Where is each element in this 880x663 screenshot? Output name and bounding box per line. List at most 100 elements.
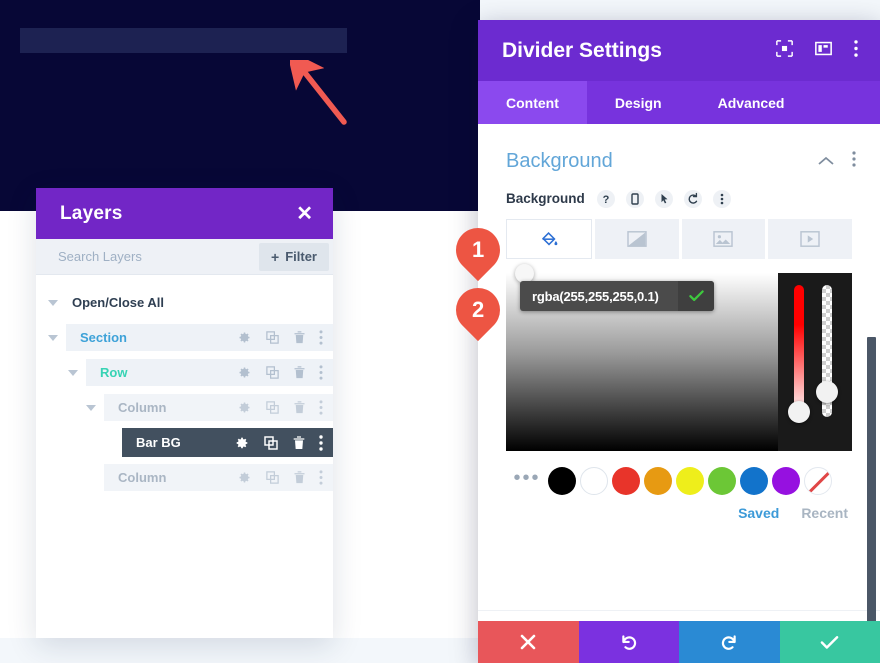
annotation-badge-2: 2 (446, 278, 512, 342)
section-header-actions (818, 151, 856, 172)
layer-label: Column (118, 400, 167, 415)
background-color-tab[interactable] (506, 219, 592, 259)
settings-gear-icon[interactable] (237, 400, 252, 415)
plus-icon: + (271, 248, 280, 265)
save-button[interactable] (779, 621, 880, 663)
more-options-icon[interactable] (319, 434, 323, 451)
layer-row-column-2[interactable]: Column (86, 464, 333, 491)
chevron-down-icon[interactable] (68, 369, 78, 376)
duplicate-icon[interactable] (265, 400, 280, 415)
swatch-black[interactable] (548, 467, 576, 495)
hover-cursor-icon[interactable] (655, 189, 674, 208)
swatch-tabs: Saved Recent (478, 505, 848, 521)
more-options-icon[interactable] (319, 330, 323, 345)
close-icon[interactable]: ✕ (296, 204, 313, 224)
duplicate-icon[interactable] (265, 470, 280, 485)
hue-slider-handle[interactable] (788, 401, 810, 423)
search-input[interactable] (58, 249, 233, 264)
delete-icon[interactable] (293, 470, 306, 485)
layer-row-tools (237, 365, 323, 380)
background-gradient-tab[interactable] (594, 219, 679, 259)
swatch-purple[interactable] (772, 467, 800, 495)
undo-button[interactable] (578, 621, 679, 663)
hue-slider[interactable] (794, 285, 804, 417)
chevron-down-icon[interactable] (86, 404, 96, 411)
badge-number: 1 (446, 218, 510, 282)
swatch-white[interactable] (580, 467, 608, 495)
layer-row-open-close-all[interactable]: Open/Close All (48, 289, 333, 316)
swatch-green[interactable] (708, 467, 736, 495)
swatch-yellow[interactable] (676, 467, 704, 495)
layout-view-icon[interactable] (815, 40, 832, 62)
settings-footer (478, 621, 880, 663)
layer-row-column-1[interactable]: Column (86, 394, 333, 421)
saved-tab[interactable]: Saved (738, 505, 779, 521)
more-options-icon[interactable] (713, 189, 732, 208)
delete-icon[interactable] (293, 330, 306, 345)
background-image-tab[interactable] (681, 219, 766, 259)
alpha-slider-handle[interactable] (816, 381, 838, 403)
duplicate-icon[interactable] (263, 435, 279, 451)
close-icon (520, 634, 536, 650)
confirm-color-button[interactable] (678, 281, 714, 311)
filter-button[interactable]: + Filter (259, 242, 329, 271)
layer-row-section[interactable]: Section (48, 324, 333, 351)
background-field-row: Background ? (478, 173, 880, 208)
chevron-up-icon[interactable] (818, 153, 834, 171)
duplicate-icon[interactable] (265, 365, 280, 380)
delete-icon[interactable] (293, 400, 306, 415)
more-options-icon[interactable] (854, 39, 858, 62)
panel-title: Divider Settings (502, 38, 662, 62)
more-options-icon[interactable] (319, 470, 323, 485)
panel-scrollbar[interactable] (867, 337, 876, 663)
background-section-header[interactable]: Background (478, 124, 880, 173)
ellipsis-icon[interactable]: ••• (506, 468, 548, 488)
settings-gear-icon[interactable] (237, 330, 252, 345)
help-icon[interactable]: ? (597, 189, 616, 208)
swatch-red[interactable] (612, 467, 640, 495)
layer-label: Bar BG (136, 435, 181, 450)
more-options-icon[interactable] (852, 151, 856, 172)
undo-icon (622, 634, 637, 650)
video-icon (800, 231, 820, 247)
settings-panel-header: Divider Settings (478, 20, 880, 81)
svg-text:?: ? (603, 194, 610, 206)
redo-button[interactable] (679, 621, 780, 663)
more-options-icon[interactable] (319, 400, 323, 415)
swatch-transparent[interactable] (804, 467, 832, 495)
swatch-orange[interactable] (644, 467, 672, 495)
cancel-button[interactable] (478, 621, 579, 663)
reset-icon[interactable] (684, 189, 703, 208)
chevron-down-icon[interactable] (48, 299, 58, 306)
color-picker[interactable] (506, 264, 852, 451)
chevron-down-icon[interactable] (48, 334, 58, 341)
responsive-icon[interactable] (626, 189, 645, 208)
background-video-tab[interactable] (768, 219, 852, 259)
divider-bar-preview[interactable] (20, 28, 347, 53)
settings-body: Background Background ? rgba(255,255,255… (478, 124, 880, 663)
redo-icon (721, 634, 736, 650)
layer-row-row[interactable]: Row (68, 359, 333, 386)
delete-icon[interactable] (293, 365, 306, 380)
background-field-label: Background (506, 191, 585, 206)
tab-content[interactable]: Content (478, 81, 587, 124)
settings-gear-icon[interactable] (237, 365, 252, 380)
layer-row-tools (237, 470, 323, 485)
more-options-icon[interactable] (319, 365, 323, 380)
paint-bucket-icon (541, 231, 558, 246)
settings-gear-icon[interactable] (237, 470, 252, 485)
settings-gear-icon[interactable] (234, 435, 250, 451)
annotation-badge-1: 1 (446, 218, 512, 282)
duplicate-icon[interactable] (265, 330, 280, 345)
layers-search-bar: + Filter (36, 239, 333, 275)
delete-icon[interactable] (292, 435, 306, 451)
tab-design[interactable]: Design (587, 81, 690, 124)
screen: Layers ✕ + Filter Open/Close All Section (0, 0, 880, 663)
layer-row-bar-bg[interactable]: Bar BG (104, 428, 333, 457)
recent-tab[interactable]: Recent (801, 505, 848, 521)
swatch-blue[interactable] (740, 467, 768, 495)
fullscreen-icon[interactable] (776, 39, 793, 62)
color-hex-input[interactable] (520, 288, 678, 304)
tab-advanced[interactable]: Advanced (690, 81, 813, 124)
dark-hero-section[interactable] (0, 0, 480, 211)
